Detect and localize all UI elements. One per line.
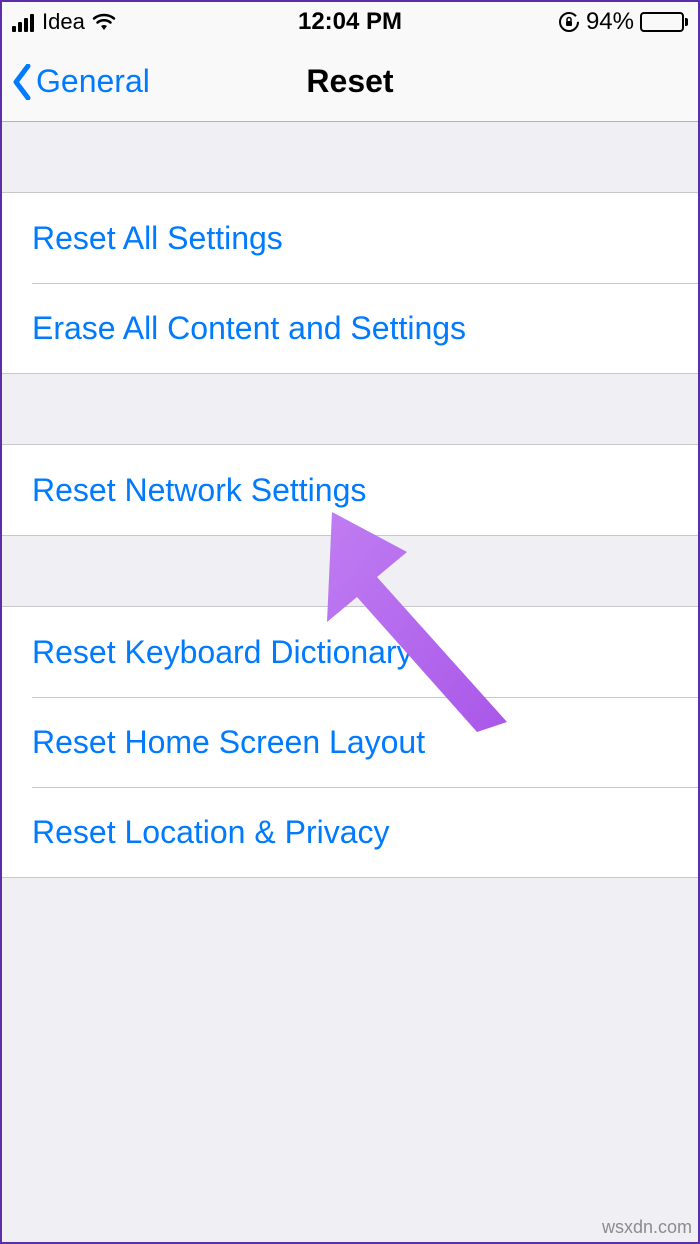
cell-label: Reset Home Screen Layout <box>32 724 425 761</box>
nav-header: General Reset <box>2 42 698 122</box>
battery-percent: 94% <box>586 8 634 36</box>
settings-group: Reset Network Settings <box>2 444 698 536</box>
cell-label: Reset Network Settings <box>32 472 366 509</box>
back-label: General <box>36 63 150 100</box>
cell-reset-network-settings[interactable]: Reset Network Settings <box>2 445 698 535</box>
cell-label: Reset All Settings <box>32 220 283 257</box>
cell-label: Erase All Content and Settings <box>32 310 466 347</box>
group-spacer <box>2 374 698 444</box>
chevron-left-icon <box>12 64 32 100</box>
cell-label: Reset Keyboard Dictionary <box>32 634 413 671</box>
page-title: Reset <box>306 63 393 100</box>
watermark: wsxdn.com <box>602 1217 692 1238</box>
cell-reset-all-settings[interactable]: Reset All Settings <box>2 193 698 283</box>
orientation-lock-icon <box>558 11 580 33</box>
settings-group: Reset All Settings Erase All Content and… <box>2 192 698 374</box>
group-spacer <box>2 122 698 192</box>
cell-reset-keyboard-dictionary[interactable]: Reset Keyboard Dictionary <box>2 607 698 697</box>
wifi-icon <box>91 12 117 32</box>
group-spacer <box>2 536 698 606</box>
settings-group: Reset Keyboard Dictionary Reset Home Scr… <box>2 606 698 878</box>
status-bar: Idea 12:04 PM 94% <box>2 2 698 42</box>
status-left: Idea <box>12 9 117 35</box>
cell-erase-all-content[interactable]: Erase All Content and Settings <box>2 283 698 373</box>
cell-label: Reset Location & Privacy <box>32 814 390 851</box>
back-button[interactable]: General <box>2 63 150 100</box>
carrier-label: Idea <box>42 9 85 35</box>
battery-icon <box>640 12 688 32</box>
status-right: 94% <box>558 8 688 36</box>
cell-reset-home-screen-layout[interactable]: Reset Home Screen Layout <box>2 697 698 787</box>
status-time: 12:04 PM <box>298 8 402 36</box>
cell-reset-location-privacy[interactable]: Reset Location & Privacy <box>2 787 698 877</box>
signal-icon <box>12 12 34 32</box>
